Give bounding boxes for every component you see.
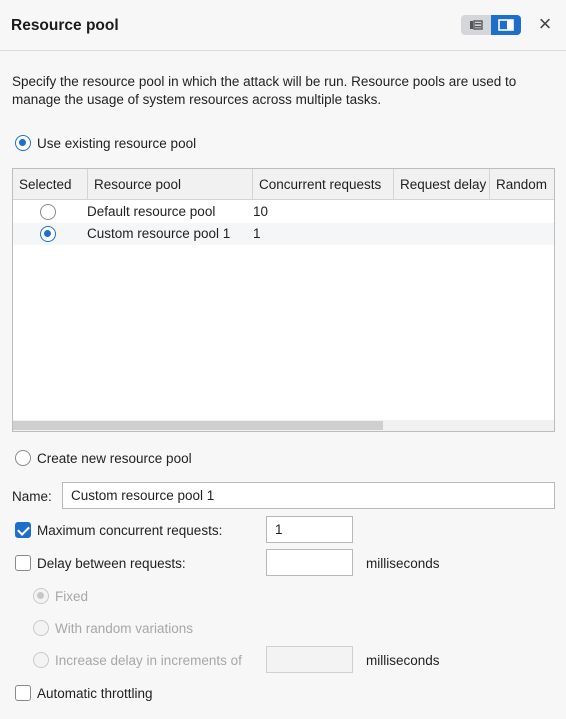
resource-pool-table: Selected Resource pool Concurrent reques…	[12, 168, 555, 432]
layout-left-icon	[470, 20, 483, 30]
name-label: Name:	[12, 489, 52, 504]
pool-name-input[interactable]: Custom resource pool 1	[62, 482, 555, 509]
increase-delay-unit-label: milliseconds	[366, 653, 440, 668]
create-new-pool-radio[interactable]	[15, 450, 31, 466]
delay-between-requests-label: Delay between requests:	[37, 556, 186, 571]
column-header-selected[interactable]: Selected	[13, 169, 88, 200]
max-concurrent-input[interactable]: 1	[266, 516, 353, 543]
scrollbar-thumb[interactable]	[13, 421, 383, 430]
layout-right-icon	[498, 19, 514, 31]
column-header-request-delay[interactable]: Request delay	[394, 169, 490, 200]
automatic-throttling-label: Automatic throttling	[37, 686, 153, 701]
max-concurrent-checkbox[interactable]	[15, 522, 31, 538]
close-icon[interactable]: ×	[534, 11, 556, 37]
fixed-delay-radio[interactable]	[33, 588, 49, 604]
max-concurrent-label: Maximum concurrent requests:	[37, 523, 223, 538]
random-variations-label: With random variations	[55, 621, 194, 636]
fixed-delay-label: Fixed	[55, 589, 89, 604]
increase-delay-radio[interactable]	[33, 652, 49, 668]
delay-between-requests-checkbox[interactable]	[15, 555, 31, 571]
column-header-resource-pool[interactable]: Resource pool	[88, 169, 253, 200]
table-header: Selected Resource pool Concurrent reques…	[13, 169, 554, 200]
column-header-concurrent-requests[interactable]: Concurrent requests	[253, 169, 394, 200]
table-row[interactable]: Custom resource pool 1 1	[13, 223, 554, 245]
use-existing-pool-radio[interactable]	[15, 135, 31, 151]
random-variations-radio[interactable]	[33, 620, 49, 636]
dialog-header: Resource pool ×	[0, 0, 566, 51]
concurrent-requests-cell: 10	[253, 204, 269, 219]
pool-name-cell: Custom resource pool 1	[87, 226, 231, 241]
use-existing-pool-label: Use existing resource pool	[37, 136, 197, 151]
increase-delay-label: Increase delay in increments of	[55, 653, 242, 668]
row-select-radio[interactable]	[40, 226, 56, 242]
dialog-title: Resource pool	[11, 17, 119, 34]
delay-unit-label: milliseconds	[366, 556, 440, 571]
delay-input[interactable]	[266, 549, 353, 576]
pool-name-cell: Default resource pool	[87, 204, 216, 219]
layout-toggle-right-button[interactable]	[491, 15, 521, 35]
column-header-random[interactable]: Random	[490, 169, 554, 200]
horizontal-scrollbar[interactable]	[13, 420, 554, 431]
description-text: Specify the resource pool in which the a…	[12, 74, 517, 107]
layout-toggle-left-button[interactable]	[461, 15, 491, 35]
create-new-pool-label: Create new resource pool	[37, 451, 192, 466]
increase-delay-input[interactable]	[266, 646, 353, 673]
row-select-radio[interactable]	[40, 204, 56, 220]
table-row[interactable]: Default resource pool 10	[13, 201, 554, 223]
concurrent-requests-cell: 1	[253, 226, 261, 241]
automatic-throttling-checkbox[interactable]	[15, 685, 31, 701]
